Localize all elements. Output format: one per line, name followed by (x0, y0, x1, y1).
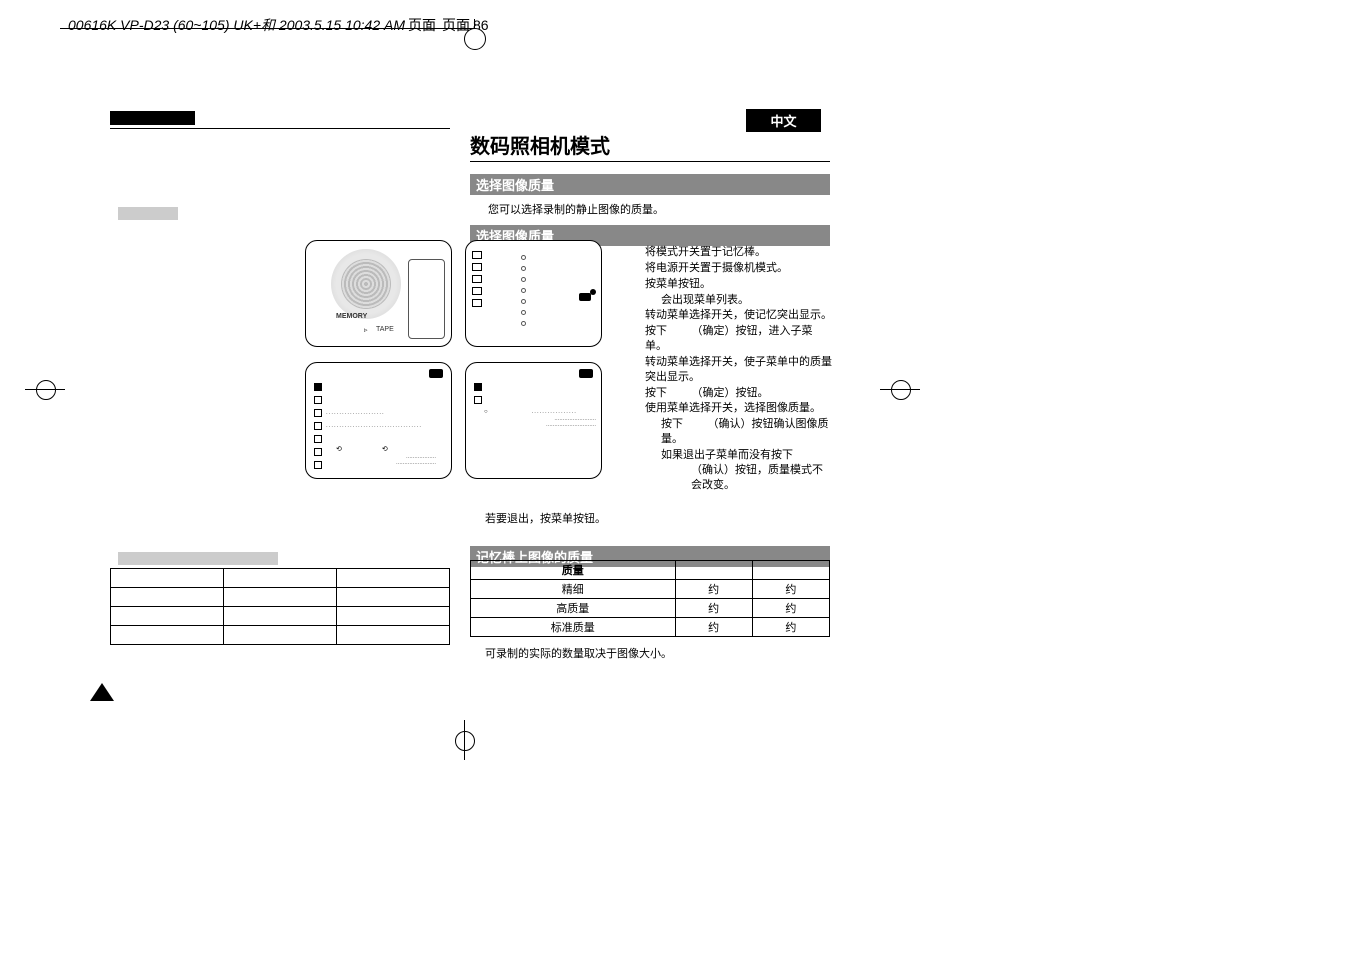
divider-right (470, 161, 830, 162)
row-high: 高质量 (471, 599, 676, 618)
menu-icon (472, 275, 482, 283)
step: 转动菜单选择开关，使子菜单中的质量突出显示。 (645, 355, 833, 385)
step: 转动菜单选择开关，使记忆突出显示。 (645, 308, 833, 323)
diagram-row-1: MEMORY ▹ TAPE (305, 240, 602, 347)
row-standard: 标准质量 (471, 618, 676, 637)
crop-pointer-icon (464, 28, 486, 50)
col-16mb (752, 561, 829, 580)
table-footnote: 可录制的实际的数量取决于图像大小。 (485, 645, 672, 661)
left-placeholder-bar (118, 207, 178, 220)
lcd-screen-1 (465, 240, 602, 347)
step: 将电源开关置于摄像机模式。 (645, 261, 833, 276)
arrow-icon: ▹ (364, 326, 368, 334)
lcd-screen-2: ...................... .................… (305, 362, 452, 479)
camera-diagram: MEMORY ▹ TAPE (305, 240, 452, 347)
lcd-menu-list: ○................. (474, 383, 577, 415)
menu-icon (472, 251, 482, 259)
step: 按下 （确定）按钮，进入子菜单。 (645, 324, 833, 354)
row-fine: 精细 (471, 580, 676, 599)
step-sub: 按下 （确认）按钮确认图像质量。 (645, 417, 833, 447)
step: 使用菜单选择开关，选择图像质量。 (645, 401, 833, 416)
triangle-marker-icon (90, 683, 114, 701)
step: 按下 （确定）按钮。 (645, 386, 833, 401)
exit-instruction: 若要退出，按菜单按钮。 (485, 510, 606, 526)
lcd-option-dots (521, 255, 526, 326)
header-text: 00616K VP-D23 (60~105) UK+和 2003.5.15 10… (68, 15, 405, 35)
menu-icon (472, 299, 482, 307)
page-crop-header: 00616K VP-D23 (60~105) UK+和 2003.5.15 10… (68, 15, 489, 35)
instruction-steps: 将模式开关置于记忆棒。 将电源开关置于摄像机模式。 按菜单按钮。 会出现菜单列表… (645, 245, 833, 494)
left-placeholder-bar-2 (118, 552, 278, 565)
step: 将模式开关置于记忆棒。 (645, 245, 833, 260)
menu-icon (472, 287, 482, 295)
lcd-footer-dots: ........................................… (516, 416, 596, 428)
quality-table-left (110, 568, 450, 645)
divider-left (110, 128, 450, 129)
camera-icon (429, 369, 443, 378)
tape-label: TAPE (376, 326, 394, 333)
col-8mb (675, 561, 752, 580)
col-quality: 质量 (471, 561, 676, 580)
crop-mark-icon (455, 720, 495, 760)
return-icon: ⟲ (336, 445, 342, 453)
camera-body-icon (408, 259, 445, 339)
camera-icon (579, 293, 591, 301)
right-column: 数码照相机模式 (470, 130, 830, 164)
crop-line (60, 28, 475, 29)
camera-icon (579, 369, 593, 378)
language-tag: 中文 (746, 109, 821, 132)
menu-icon (472, 263, 482, 271)
memory-label: MEMORY (336, 313, 367, 320)
mode-dial-icon (331, 249, 401, 319)
section-heading: 选择图像质量 (470, 174, 830, 195)
crop-mark-icon (880, 380, 920, 420)
lcd-footer-dots: ........................................… (356, 454, 436, 466)
page-title: 数码照相机模式 (470, 130, 830, 159)
lcd-screen-3: ○................. .....................… (465, 362, 602, 479)
step-sub: 如果退出子菜单而没有按下 （确认）按钮，质量模式不会改变。 (645, 448, 833, 493)
crop-mark-icon (25, 380, 65, 420)
step-sub: 会出现菜单列表。 (645, 293, 833, 308)
intro-text: 您可以选择录制的静止图像的质量。 (488, 201, 830, 217)
step: 按菜单按钮。 (645, 277, 833, 292)
page-label: 页面 (408, 15, 436, 35)
lcd-side-icons (472, 251, 482, 307)
diagram-row-2: ...................... .................… (305, 362, 602, 479)
left-title-blackbar (110, 111, 195, 125)
quality-table: 质量 精细 约 约 高质量 约 约 标准质量 约 约 (470, 560, 830, 637)
lcd-footer-icons: ⟲ ⟲ (336, 445, 388, 453)
return-icon: ⟲ (382, 445, 388, 453)
